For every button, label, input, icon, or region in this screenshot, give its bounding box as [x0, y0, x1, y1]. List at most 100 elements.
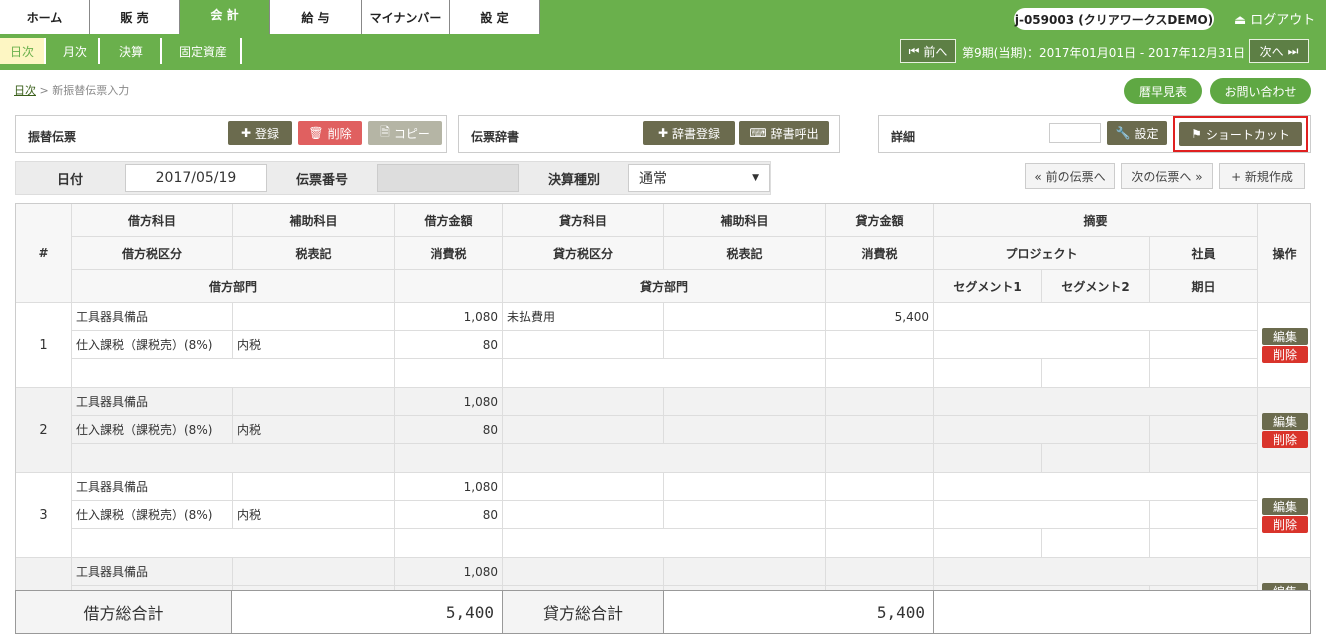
next-period-button[interactable]: 次へ ⏭ — [1249, 39, 1309, 63]
edit-row-button[interactable]: 編集 — [1262, 328, 1308, 345]
account-badge[interactable]: j-059003 (クリアワークスDEMO) — [1014, 8, 1214, 30]
blank-cell — [395, 359, 503, 388]
dr-account-cell: 工具器具備品 — [72, 558, 233, 586]
dr-ctax-cell: 80 — [395, 416, 503, 444]
prev-period-button[interactable]: ⏮ 前へ — [900, 39, 956, 63]
closing-type-select[interactable]: 通常 ▼ — [628, 164, 770, 192]
header-dr-tax: 借方税区分 — [72, 237, 233, 270]
tab-payroll[interactable]: 給 与 — [270, 0, 362, 34]
dictionary-register-button[interactable]: ✚ 辞書登録 — [643, 121, 735, 145]
employee-cell — [1150, 501, 1258, 529]
next-voucher-button[interactable]: 次の伝票へ » — [1121, 163, 1213, 189]
edit-row-button[interactable]: 編集 — [1262, 413, 1308, 430]
closing-type-label: 決算種別 — [547, 172, 600, 188]
totals-bar: 借方総合計 5,400 貸方総合計 5,400 — [15, 590, 1311, 634]
header-employee: 社員 — [1150, 237, 1258, 270]
sub-nav: 日次 月次 決算 固定資産 ⏮ 前へ 第9期(当期)：2017年01月01日 - … — [0, 34, 1326, 70]
detail-panel: 詳細 🔧 設定 ⚑ ショートカット — [878, 115, 1311, 153]
subtab-fixed-assets[interactable]: 固定資産 — [166, 38, 242, 64]
delete-row-button[interactable]: 削除 — [1262, 346, 1308, 363]
tab-sales[interactable]: 販 売 — [90, 0, 180, 34]
cr-ctax-cell — [826, 331, 934, 359]
header-seg2: セグメント2 — [1042, 270, 1150, 303]
closing-type-value: 通常 — [639, 171, 667, 187]
settings-button[interactable]: 🔧 設定 — [1107, 121, 1167, 145]
detail-toggle[interactable] — [1049, 123, 1101, 143]
subtab-closing[interactable]: 決算 — [102, 38, 162, 64]
blank-cell — [826, 444, 934, 473]
subtab-monthly[interactable]: 月次 — [52, 38, 100, 64]
blank-cell — [395, 444, 503, 473]
prev-period-label: 前へ — [923, 44, 948, 59]
blank-cell — [395, 529, 503, 558]
shortcut-button[interactable]: ⚑ ショートカット — [1179, 122, 1302, 146]
tab-home[interactable]: ホーム — [0, 0, 90, 34]
wrench-icon: 🔧 — [1115, 126, 1131, 140]
cr-tax-cell — [503, 416, 664, 444]
dr-account-cell: 工具器具備品 — [72, 388, 233, 416]
dr-taxmark-cell: 内税 — [233, 501, 395, 529]
logout-link[interactable]: ⏏ ログアウト — [1234, 9, 1315, 28]
calendar-button[interactable]: 暦早見表 — [1124, 78, 1202, 104]
due-cell — [1150, 359, 1258, 388]
dr-sub-cell — [233, 303, 395, 331]
register-label: 登録 — [255, 126, 280, 141]
header-memo: 摘要 — [934, 204, 1258, 237]
header-dr-ctax: 消費税 — [395, 237, 503, 270]
dr-account-cell: 工具器具備品 — [72, 303, 233, 331]
register-button[interactable]: ✚ 登録 — [228, 121, 292, 145]
blank-cell — [826, 359, 934, 388]
breadcrumb-link-daily[interactable]: 日次 — [14, 84, 36, 97]
caret-down-icon: ▼ — [752, 173, 759, 183]
dr-taxmark-cell: 内税 — [233, 416, 395, 444]
dr-tax-cell: 仕入課税（課税売）(8%) — [72, 331, 233, 359]
edit-row-button[interactable]: 編集 — [1262, 498, 1308, 515]
dictionary-register-label: 辞書登録 — [672, 126, 721, 141]
dictionary-call-button[interactable]: ⌨ 辞書呼出 — [739, 121, 829, 145]
subtab-daily[interactable]: 日次 — [0, 38, 46, 64]
header-blank-1 — [395, 270, 503, 303]
date-input[interactable]: 2017/05/19 — [125, 164, 267, 192]
cr-amount-cell: 5,400 — [826, 303, 934, 331]
header-cr-account: 貸方科目 — [503, 204, 664, 237]
contact-button[interactable]: お問い合わせ — [1210, 78, 1311, 104]
header-dr-account: 借方科目 — [72, 204, 233, 237]
eject-icon: ⏏ — [1234, 13, 1247, 28]
breadcrumb: 日次 > 新振替伝票入力 — [14, 82, 129, 98]
project-cell — [934, 331, 1150, 359]
dr-ctax-cell: 80 — [395, 331, 503, 359]
voucher-panel: 振替伝票 ✚ 登録 🗑 削除 🗎 コピー — [15, 115, 447, 153]
cr-amount-cell — [826, 558, 934, 586]
tab-settings[interactable]: 設 定 — [450, 0, 540, 34]
new-voucher-button[interactable]: + 新規作成 — [1219, 163, 1305, 189]
delete-label: 削除 — [327, 126, 352, 141]
voucher-title: 振替伝票 — [28, 130, 77, 144]
copy-label: コピー — [393, 126, 430, 141]
delete-button[interactable]: 🗑 削除 — [298, 121, 362, 145]
prev-voucher-button[interactable]: « 前の伝票へ — [1025, 163, 1115, 189]
breadcrumb-current: 新振替伝票入力 — [52, 84, 130, 97]
voucher-number-input[interactable] — [377, 164, 519, 192]
due-cell — [1150, 444, 1258, 473]
row-number: 2 — [16, 388, 72, 473]
plus-icon: ✚ — [657, 126, 669, 140]
seg2-cell — [1042, 359, 1150, 388]
cr-sub-cell — [664, 558, 826, 586]
tab-accounting[interactable]: 会 計 — [180, 0, 270, 34]
dr-tax-cell: 仕入課税（課税売）(8%) — [72, 416, 233, 444]
delete-row-button[interactable]: 削除 — [1262, 431, 1308, 448]
memo-cell — [934, 558, 1258, 586]
header-action: 操作 — [1258, 204, 1310, 303]
dr-amount-cell: 1,080 — [395, 473, 503, 501]
tab-mynumber[interactable]: マイナンバー — [362, 0, 450, 34]
dr-amount-cell: 1,080 — [395, 303, 503, 331]
cr-dept-cell — [503, 359, 826, 388]
employee-cell — [1150, 331, 1258, 359]
header-project: プロジェクト — [934, 237, 1150, 270]
cr-dept-cell — [503, 529, 826, 558]
copy-button[interactable]: 🗎 コピー — [368, 121, 442, 145]
period-label: 第9期(当期)：2017年01月01日 - 2017年12月31日 — [962, 46, 1246, 60]
cr-account-cell — [503, 388, 664, 416]
project-cell — [934, 501, 1150, 529]
delete-row-button[interactable]: 削除 — [1262, 516, 1308, 533]
